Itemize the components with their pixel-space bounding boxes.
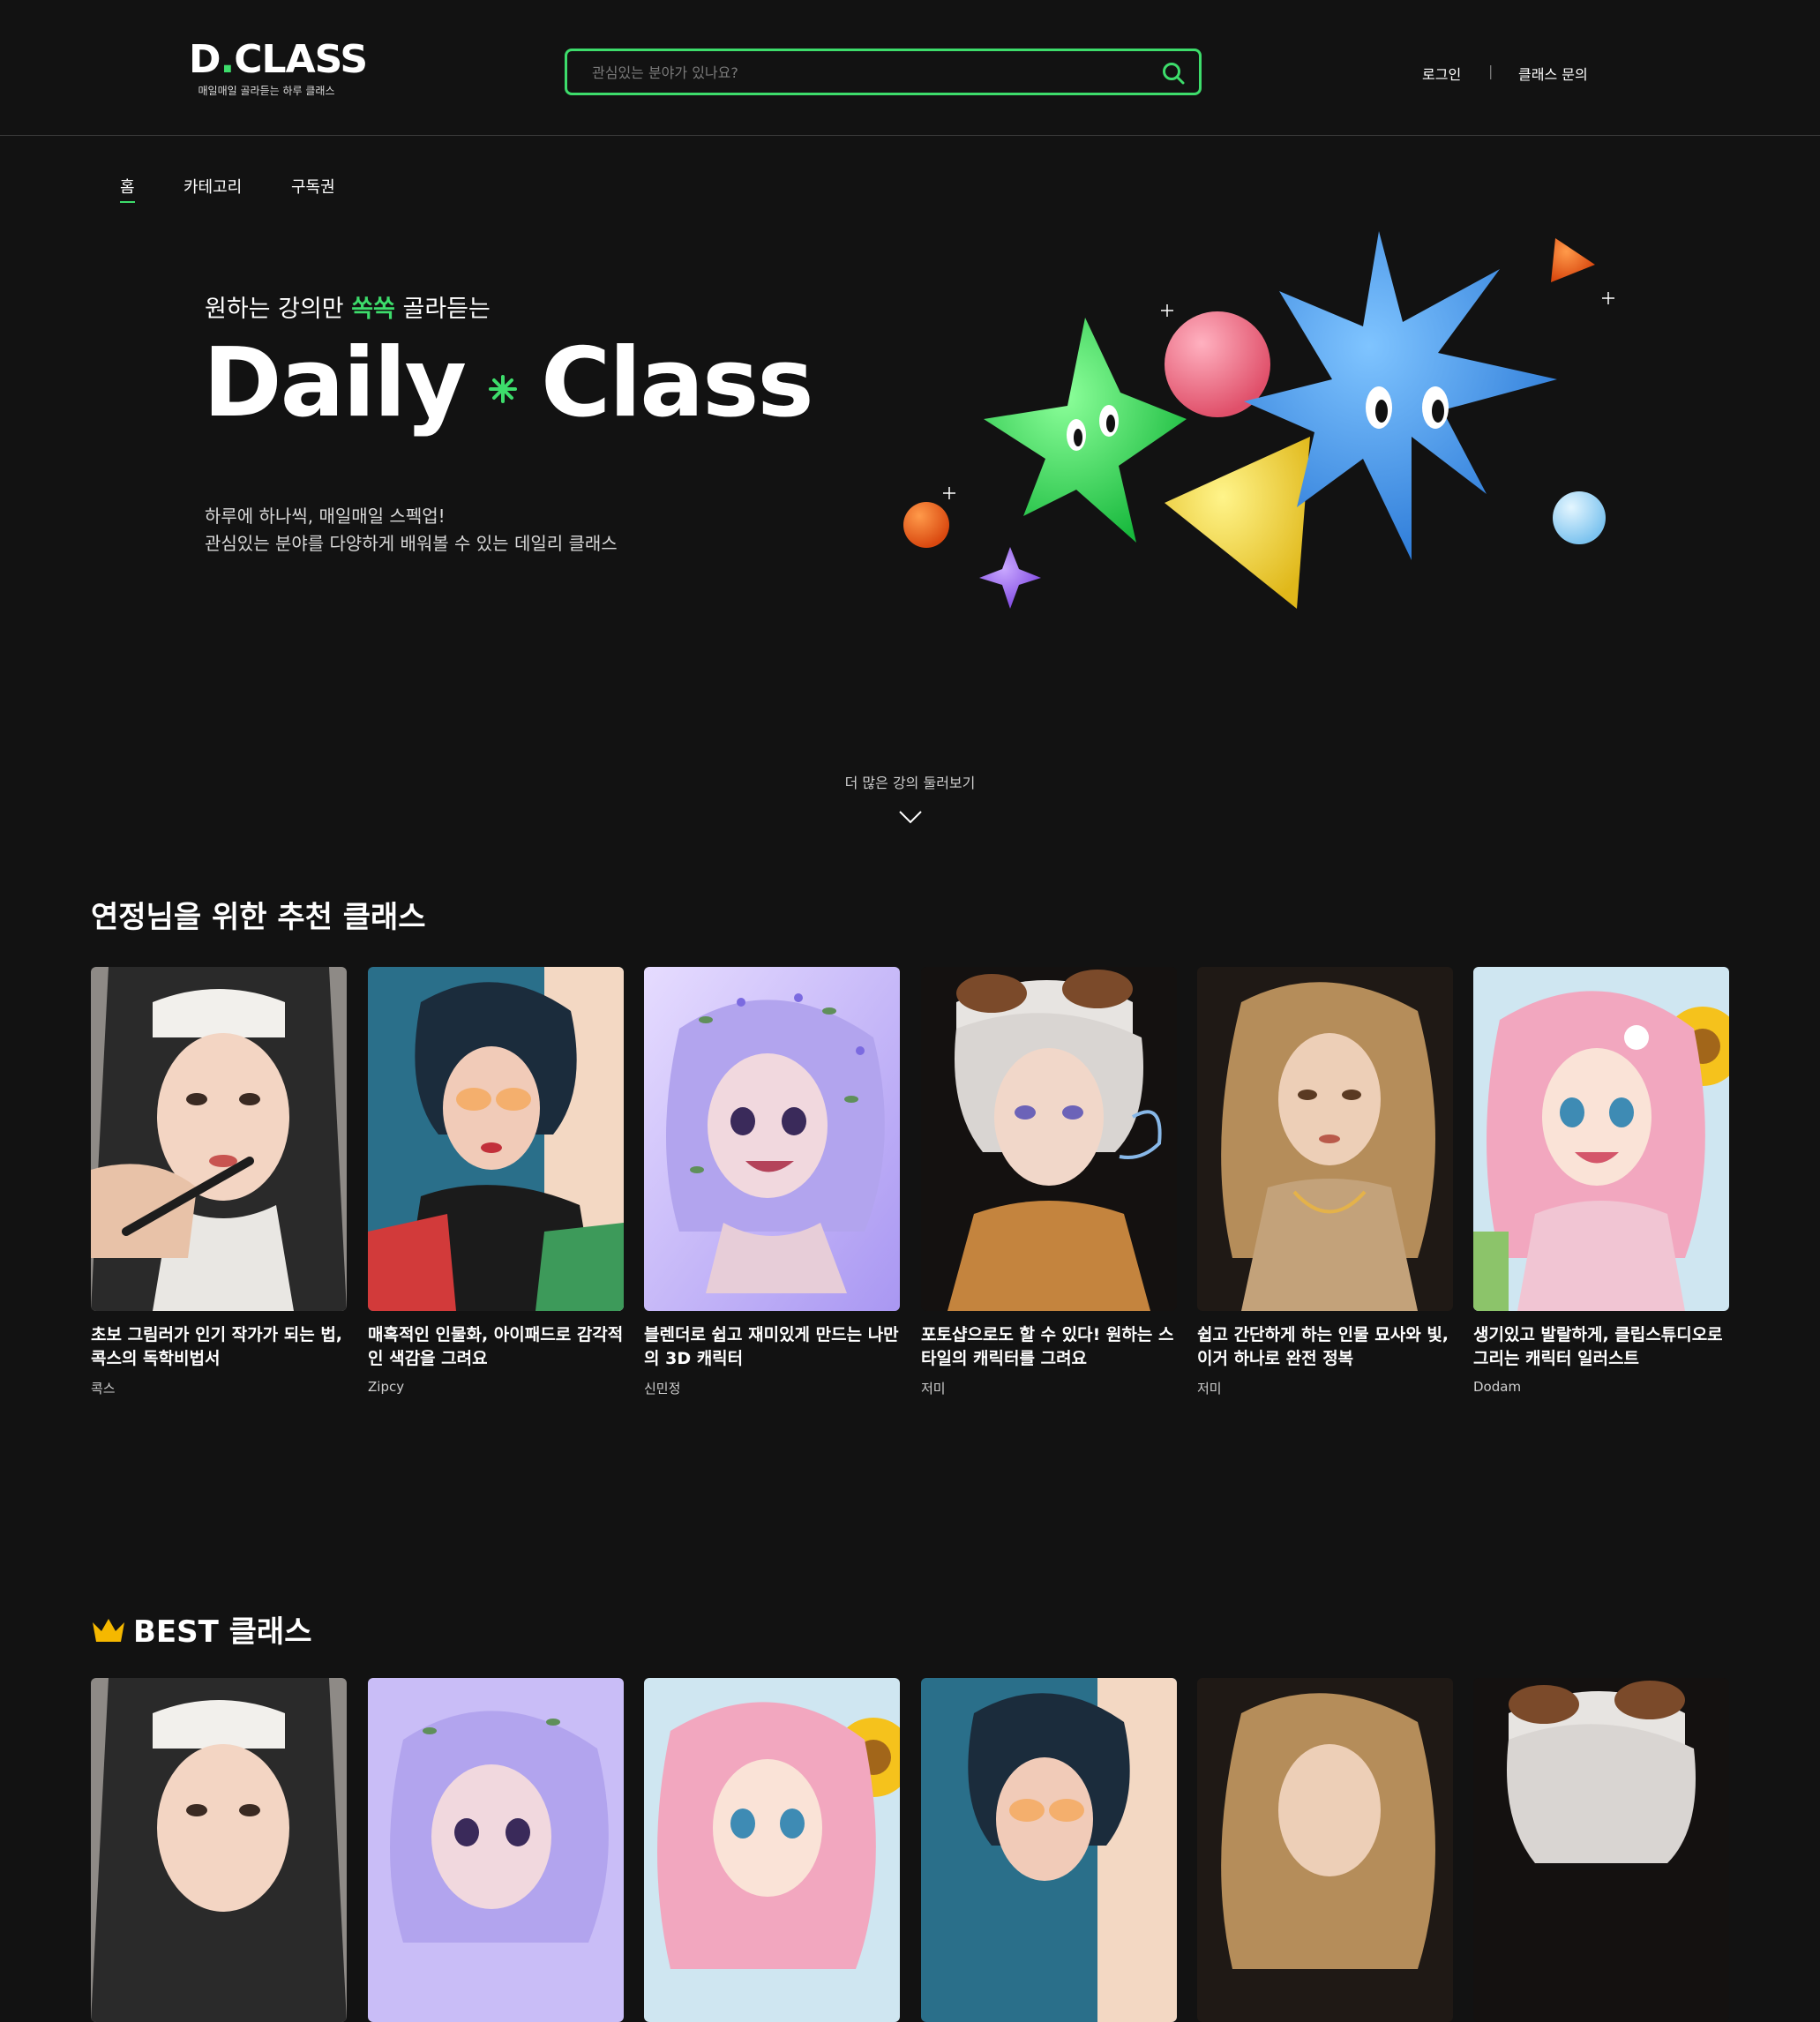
light-blue-sphere: [1553, 491, 1606, 544]
class-card[interactable]: [91, 1678, 347, 2022]
more-classes-link[interactable]: 더 많은 강의 둘러보기: [0, 771, 1820, 792]
class-thumbnail[interactable]: [921, 967, 1177, 1311]
class-author: 저미: [1197, 1381, 1222, 1397]
class-card[interactable]: 쉽고 간단하게 하는 인물 묘사와 빛, 이거 하나로 완전 정복 저미: [1197, 967, 1453, 1397]
nav-subscription-label: 구독권: [291, 178, 335, 197]
search-icon[interactable]: [1162, 62, 1185, 85]
hero-3d-shapes-illustration: [903, 231, 1614, 609]
class-card[interactable]: [921, 1678, 1177, 2022]
class-title[interactable]: 블렌더로 쉽고 재미있게 만드는 나만의 3D 캐릭터: [644, 1323, 900, 1371]
crown-icon: [93, 1619, 124, 1642]
nav-home[interactable]: 홈: [120, 175, 135, 203]
hero-subtitle: 원하는 강의만 쏙쏙 골라듣는: [205, 296, 491, 323]
class-author: 콕스: [91, 1381, 116, 1397]
link-separator: |: [1488, 63, 1494, 79]
hero-description: 하루에 하나씩, 매일매일 스펙업! 관심있는 분야를 다양하게 배워볼 수 있…: [205, 503, 618, 558]
class-title[interactable]: 포토샵으로도 할 수 있다! 원하는 스타일의 캐릭터를 그려요: [921, 1323, 1177, 1371]
class-card[interactable]: 포토샵으로도 할 수 있다! 원하는 스타일의 캐릭터를 그려요 저미: [921, 967, 1177, 1397]
hero-desc-line-2: 관심있는 분야를 다양하게 배워볼 수 있는 데일리 클래스: [205, 533, 618, 554]
class-author: 신민정: [644, 1381, 681, 1397]
purple-sparkle: [979, 547, 1041, 609]
class-inquiry-link[interactable]: 클래스 문의: [1518, 63, 1588, 84]
class-card[interactable]: [644, 1678, 900, 2022]
class-title[interactable]: 초보 그림러가 인기 작가가 되는 법, 콕스의 독학비법서: [91, 1323, 347, 1371]
class-card[interactable]: [1473, 1678, 1729, 2022]
class-title[interactable]: 쉽고 간단하게 하는 인물 묘사와 빛, 이거 하나로 완전 정복: [1197, 1323, 1453, 1371]
search-box[interactable]: [565, 49, 1202, 95]
class-thumbnail[interactable]: [1473, 967, 1729, 1311]
nav-category[interactable]: 카테고리: [183, 175, 242, 198]
logo-wordmark: D.CLASS: [189, 37, 368, 82]
hero-title: Daily Class: [203, 328, 814, 438]
class-author: Dodam: [1473, 1379, 1522, 1395]
top-header: D.CLASS 매일매일 골라듣는 하루 클래스 로그인 | 클래스 문의: [0, 0, 1820, 136]
class-thumbnail[interactable]: [921, 1678, 1177, 2022]
search-input[interactable]: [590, 51, 1141, 94]
logo-tagline: 매일매일 골라듣는 하루 클래스: [198, 85, 335, 97]
class-card[interactable]: 초보 그림러가 인기 작가가 되는 법, 콕스의 독학비법서 콕스: [91, 967, 347, 1397]
class-thumbnail[interactable]: [91, 967, 347, 1311]
class-author: Zipcy: [368, 1379, 405, 1395]
orange-sphere: [903, 502, 949, 548]
yellow-triangle: [1165, 437, 1310, 609]
class-thumbnail[interactable]: [368, 1678, 624, 2022]
class-card[interactable]: 생기있고 발랄하게, 클립스튜디오로 그리는 캐릭터 일러스트 Dodam: [1473, 967, 1729, 1395]
class-card[interactable]: 블렌더로 쉽고 재미있게 만드는 나만의 3D 캐릭터 신민정: [644, 967, 900, 1397]
class-thumbnail[interactable]: [368, 967, 624, 1311]
logo[interactable]: D.CLASS 매일매일 골라듣는 하루 클래스: [189, 37, 368, 98]
recommend-section-title: 연정님을 위한 추천 클래스: [91, 900, 426, 935]
orange-triangle: [1551, 238, 1595, 282]
chevron-down-icon[interactable]: [898, 810, 923, 826]
login-link[interactable]: 로그인: [1422, 63, 1461, 84]
hero-desc-line-1: 하루에 하나씩, 매일매일 스펙업!: [205, 506, 446, 527]
class-card[interactable]: [1197, 1678, 1453, 2022]
class-thumbnail[interactable]: [1197, 967, 1453, 1311]
class-card[interactable]: 매혹적인 인물화, 아이패드로 감각적인 색감을 그려요 Zipcy: [368, 967, 624, 1395]
spark-icon: [488, 375, 517, 404]
class-title[interactable]: 매혹적인 인물화, 아이패드로 감각적인 색감을 그려요: [368, 1323, 624, 1371]
class-thumbnail[interactable]: [644, 967, 900, 1311]
nav-subscription[interactable]: 구독권: [291, 175, 335, 198]
best-section-label: BEST 클래스: [133, 1614, 312, 1650]
class-title[interactable]: 생기있고 발랄하게, 클립스튜디오로 그리는 캐릭터 일러스트: [1473, 1323, 1729, 1371]
hero-title-daily: Daily: [203, 328, 467, 438]
hero-subtitle-accent: 쏙쏙: [351, 296, 395, 323]
class-card[interactable]: [368, 1678, 624, 2022]
hero-title-class: Class: [540, 328, 814, 438]
nav-home-label: 홈: [120, 178, 135, 197]
class-thumbnail[interactable]: [644, 1678, 900, 2022]
class-thumbnail[interactable]: [91, 1678, 347, 2022]
class-author: 저미: [921, 1381, 946, 1397]
class-thumbnail[interactable]: [1197, 1678, 1453, 2022]
nav-category-label: 카테고리: [183, 178, 243, 197]
nav-active-indicator: [120, 201, 135, 203]
class-thumbnail[interactable]: [1473, 1678, 1729, 2022]
best-section-title: BEST 클래스: [91, 1607, 312, 1651]
